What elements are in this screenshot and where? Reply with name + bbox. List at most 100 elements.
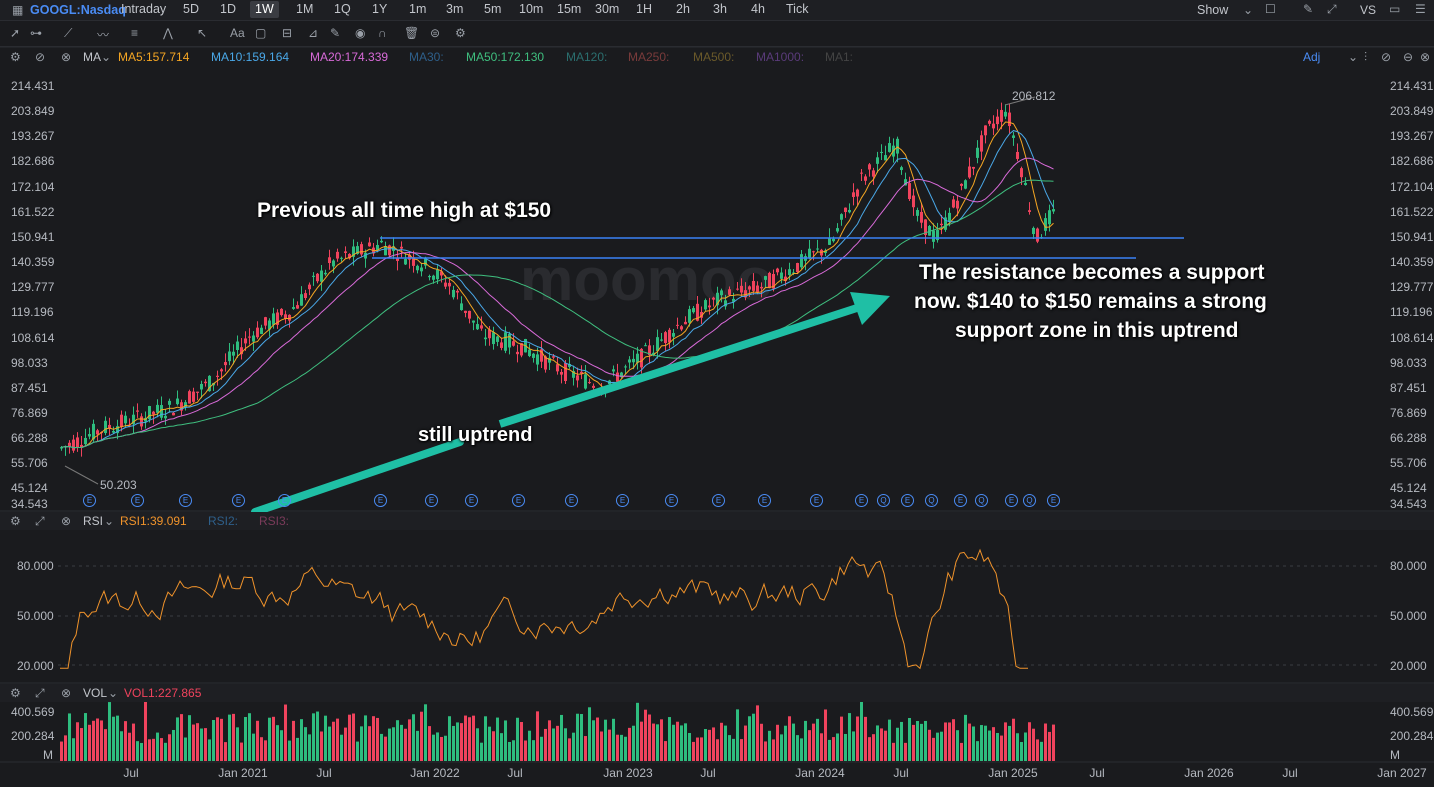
volume-bar	[484, 716, 487, 761]
candle-body	[860, 172, 863, 174]
candle-body	[776, 268, 779, 273]
gear-icon[interactable]: ⚙	[10, 686, 21, 700]
rsi-tick-label: 20.000	[17, 659, 54, 673]
price-tick-label: 161.522	[11, 204, 55, 219]
volume-bar	[616, 734, 619, 761]
volume-bar	[656, 724, 659, 761]
volume-bar	[512, 740, 515, 761]
time-tick-label: Jul	[123, 766, 139, 780]
earnings-marker-icon[interactable]: E	[901, 494, 914, 507]
volume-bar	[568, 738, 571, 761]
volume-bar	[932, 737, 935, 761]
earnings-marker-icon[interactable]: E	[179, 494, 192, 507]
earnings-marker-icon[interactable]: E	[83, 494, 96, 507]
volume-bar	[840, 716, 843, 761]
earnings-marker-icon[interactable]: E	[712, 494, 725, 507]
volume-bar	[132, 723, 135, 761]
volume-bar	[732, 738, 735, 761]
earnings-marker-icon[interactable]: E	[425, 494, 438, 507]
volume-bar	[476, 728, 479, 761]
earnings-marker-icon[interactable]: E	[465, 494, 478, 507]
price-tick-label: 45.124	[1390, 481, 1427, 496]
candle-body	[140, 416, 143, 427]
vol-indicator-label[interactable]: VOL	[83, 686, 107, 700]
volume-bar	[488, 726, 491, 761]
expand-icon[interactable]: ⤢	[35, 514, 45, 529]
close-icon[interactable]: ⊗	[61, 686, 71, 700]
candle-body	[244, 338, 247, 344]
volume-bar	[532, 740, 535, 761]
earnings-marker-icon[interactable]: E	[1005, 494, 1018, 507]
chevron-down-icon[interactable]: ⌄	[104, 514, 114, 528]
volume-bar	[520, 722, 523, 761]
volume-bar	[60, 741, 63, 761]
earnings-marker-icon[interactable]: E	[616, 494, 629, 507]
earnings-marker-icon[interactable]: Q	[877, 494, 890, 507]
earnings-marker-icon[interactable]: E	[954, 494, 967, 507]
uptrend-arrow-shaft	[498, 303, 862, 428]
earnings-marker-icon[interactable]: E	[565, 494, 578, 507]
candle-body	[1012, 135, 1015, 138]
candle-body	[872, 170, 875, 177]
earnings-marker-icon[interactable]: Q	[925, 494, 938, 507]
candle-body	[900, 167, 903, 171]
time-tick-label: Jul	[1282, 766, 1298, 780]
price-chart[interactable]: moomoo	[0, 0, 1434, 787]
earnings-marker-icon[interactable]: E	[1047, 494, 1060, 507]
rsi-indicator-label[interactable]: RSI	[83, 514, 103, 528]
price-tick-label: 214.431	[11, 79, 55, 93]
volume-bar	[404, 728, 407, 761]
candle-body	[680, 326, 683, 330]
candle-body	[416, 265, 419, 271]
volume-bar	[1052, 724, 1055, 761]
candle-body	[204, 381, 207, 384]
volume-bar	[624, 736, 627, 761]
gear-icon[interactable]: ⚙	[10, 514, 21, 528]
chevron-down-icon[interactable]: ⌄	[108, 686, 118, 700]
volume-bar	[792, 723, 795, 761]
volume-bar	[112, 716, 115, 761]
volume-bar	[340, 734, 343, 761]
volume-bar	[772, 739, 775, 761]
volume-bar	[252, 733, 255, 761]
volume-bar	[316, 711, 319, 761]
earnings-marker-icon[interactable]: E	[232, 494, 245, 507]
earnings-marker-icon[interactable]: Q	[1023, 494, 1036, 507]
candle-body	[832, 238, 835, 242]
volume-bar	[440, 736, 443, 761]
candle-body	[380, 240, 383, 243]
candle-body	[972, 166, 975, 169]
volume-bar	[684, 723, 687, 761]
earnings-marker-icon[interactable]: E	[512, 494, 525, 507]
earnings-marker-icon[interactable]: E	[131, 494, 144, 507]
earnings-marker-icon[interactable]: E	[855, 494, 868, 507]
earnings-marker-icon[interactable]: E	[665, 494, 678, 507]
volume-bar	[1028, 722, 1031, 761]
candle-body	[552, 356, 555, 358]
price-tick-label: 182.686	[11, 154, 55, 169]
candle-body	[300, 294, 303, 306]
volume-bar	[88, 724, 91, 761]
price-tick-label: 87.451	[1390, 380, 1427, 395]
candle-body	[796, 263, 799, 273]
volume-bar	[832, 737, 835, 761]
volume-bar	[828, 739, 831, 761]
expand-icon[interactable]: ⤢	[35, 686, 45, 701]
candle-body	[740, 285, 743, 293]
earnings-marker-icon[interactable]: E	[278, 494, 291, 507]
volume-bar	[412, 714, 415, 761]
earnings-marker-icon[interactable]: Q	[975, 494, 988, 507]
candle-body	[536, 354, 539, 365]
volume-bar	[708, 729, 711, 761]
close-icon[interactable]: ⊗	[61, 514, 71, 528]
volume-bar	[472, 715, 475, 761]
candle-body	[848, 209, 851, 213]
earnings-marker-icon[interactable]: E	[374, 494, 387, 507]
volume-bar	[136, 741, 139, 761]
volume-bar	[1008, 725, 1011, 761]
candle-body	[384, 246, 387, 256]
candle-body	[560, 371, 563, 375]
volume-bar	[588, 707, 591, 761]
earnings-marker-icon[interactable]: E	[758, 494, 771, 507]
earnings-marker-icon[interactable]: E	[810, 494, 823, 507]
